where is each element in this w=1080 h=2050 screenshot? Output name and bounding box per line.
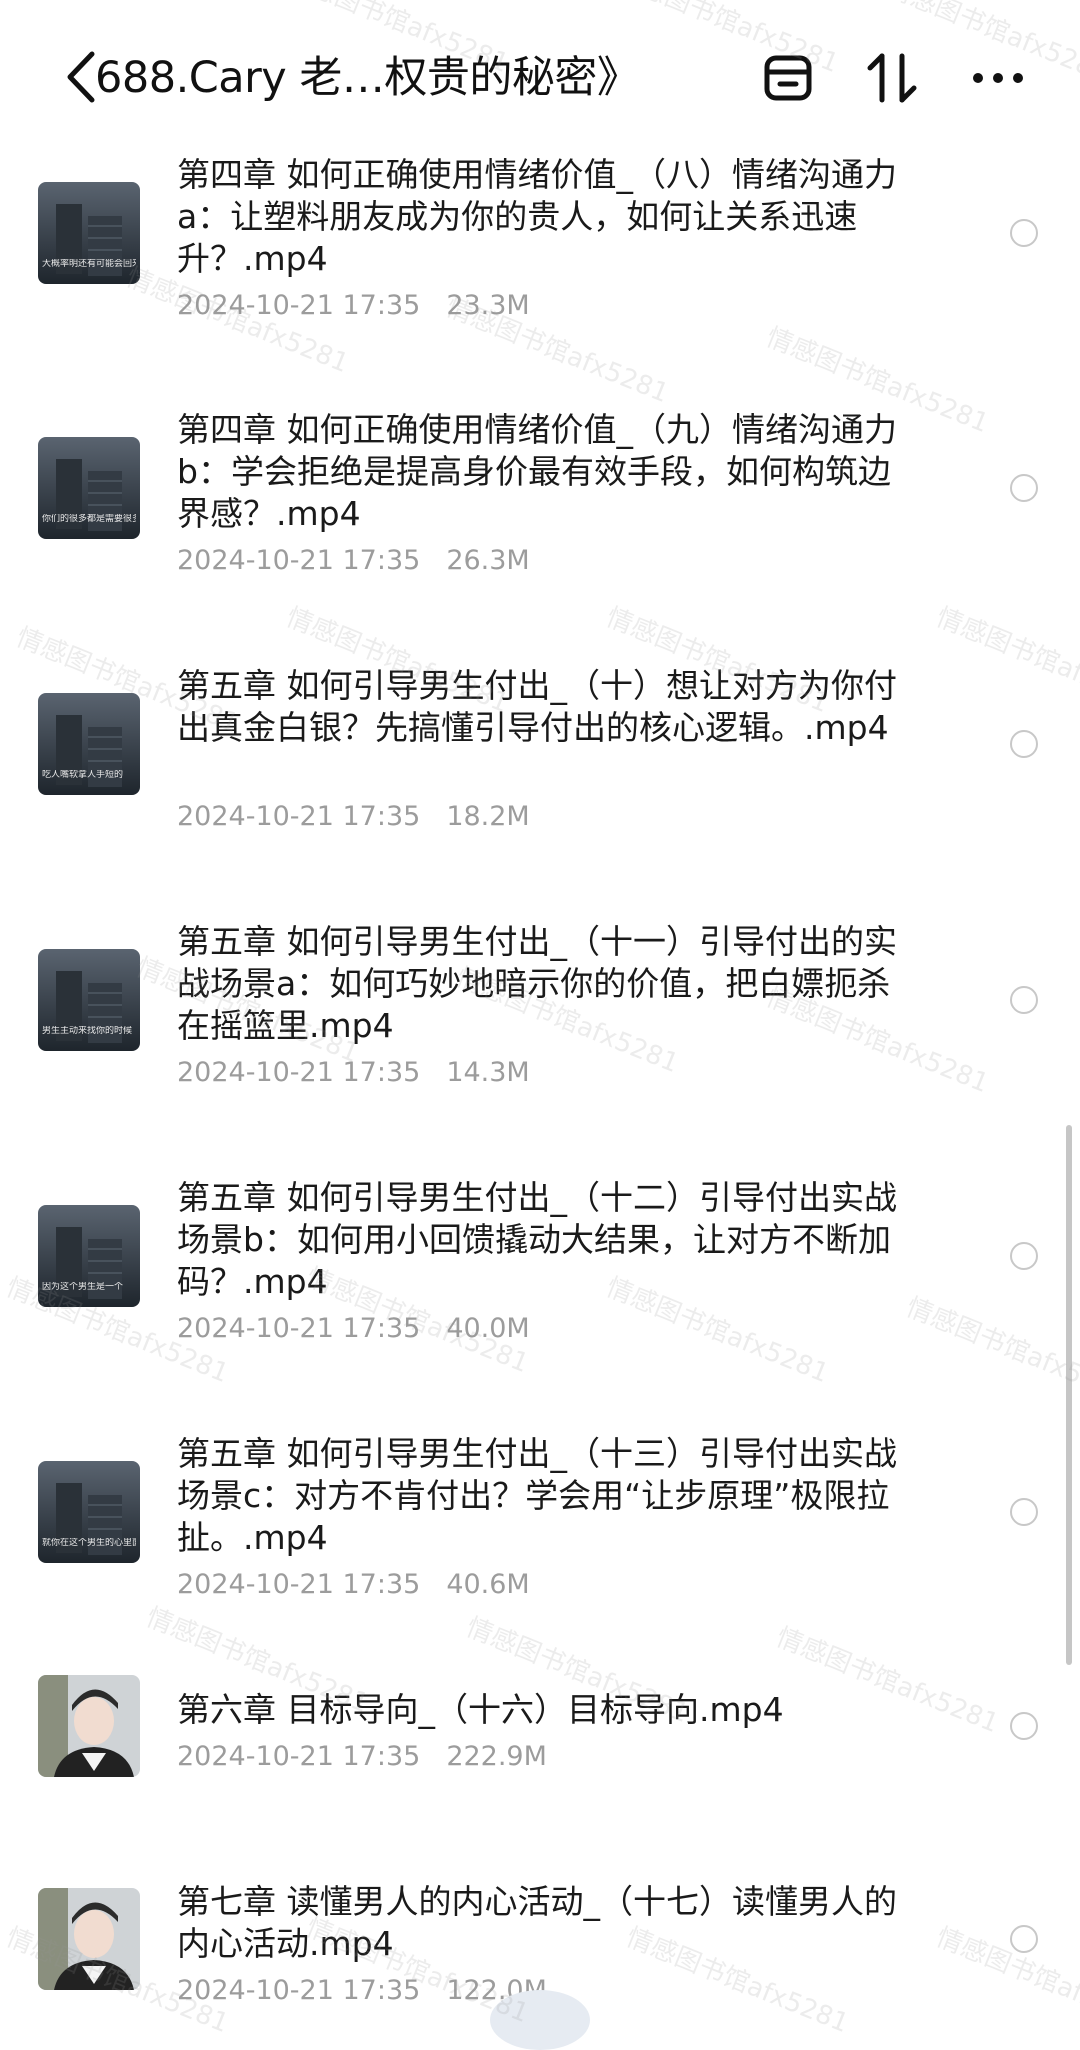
file-date: 2024-10-21 17:35	[177, 1975, 421, 2006]
select-radio[interactable]	[1010, 474, 1038, 502]
select-radio[interactable]	[1010, 986, 1038, 1014]
scrollbar[interactable]	[1066, 1125, 1072, 1665]
file-name: 第五章 如何引导男生付出_（十三）引导付出实战场景c：对方不肯付出？学会用“让步…	[177, 1434, 897, 1557]
file-date: 2024-10-21 17:35	[177, 545, 421, 576]
file-name: 第五章 如何引导男生付出_（十二）引导付出实战场景b：如何用小回馈撬动大结果，让…	[177, 1178, 897, 1301]
file-size: 40.0M	[446, 1313, 530, 1344]
file-date: 2024-10-21 17:35	[177, 1313, 421, 1344]
select-radio[interactable]	[1010, 1925, 1038, 1953]
file-date: 2024-10-21 17:35	[177, 290, 421, 321]
thumbnail-caption: 男生主动来找你的时候	[42, 1026, 133, 1036]
file-row[interactable]: 吃人嘴软拿人手短的 第五章 如何引导男生付出_（十）想让对方为你付出真金白银？先搞…	[0, 661, 1080, 861]
file-name: 第四章 如何正确使用情绪价值_（九）情绪沟通力b：学会拒绝是提高身价最有效手段，…	[177, 410, 897, 533]
file-meta: 2024-10-21 17:35 26.3M	[177, 543, 530, 579]
thumbnail-caption: 大概率明还有可能会回来哦	[42, 259, 136, 269]
top-bar: 688.Cary 老…权贵的秘密》	[0, 0, 1080, 150]
select-radio[interactable]	[1010, 1242, 1038, 1270]
file-meta: 2024-10-21 17:35 122.0M	[177, 1973, 547, 2009]
file-meta: 2024-10-21 17:35 40.6M	[177, 1567, 530, 1603]
video-thumbnail: 大概率明还有可能会回来哦	[38, 182, 140, 284]
file-name: 第六章 目标导向_（十六）目标导向.mp4	[177, 1690, 784, 1729]
video-thumbnail: 就你在这个男生的心里面	[38, 1461, 140, 1563]
select-radio[interactable]	[1010, 1498, 1038, 1526]
file-name: 第五章 如何引导男生付出_（十一）引导付出的实战场景a：如何巧妙地暗示你的价值，…	[177, 922, 897, 1045]
page-title: 688.Cary 老…权贵的秘密》	[95, 53, 640, 103]
thumbnail-caption: 因为这个男生是一个	[42, 1282, 124, 1292]
thumbnail-caption: 吃人嘴软拿人手短的	[42, 770, 124, 780]
thumbnail-caption: 你们的很多都是需要很多	[42, 514, 136, 524]
video-thumbnail	[38, 1888, 140, 1990]
video-thumbnail: 因为这个男生是一个	[38, 1205, 140, 1307]
file-name: 第五章 如何引导男生付出_（十）想让对方为你付出真金白银？先搞懂引导付出的核心逻…	[177, 666, 897, 747]
file-name: 第七章 读懂男人的内心活动_（十七）读懂男人的内心活动.mp4	[177, 1882, 897, 1963]
file-meta: 2024-10-21 17:35 222.9M	[177, 1739, 547, 1775]
sort-icon[interactable]	[862, 48, 922, 108]
floating-button[interactable]	[490, 1990, 590, 2050]
file-row[interactable]: 男生主动来找你的时候 第五章 如何引导男生付出_（十一）引导付出的实战场景a：如何…	[0, 917, 1080, 1117]
file-meta: 2024-10-21 17:35 40.0M	[177, 1311, 530, 1347]
select-radio[interactable]	[1010, 219, 1038, 247]
file-row[interactable]: 大概率明还有可能会回来哦 第四章 如何正确使用情绪价值_（八）情绪沟通力a：让塑料…	[0, 150, 1080, 350]
file-date: 2024-10-21 17:35	[177, 1741, 421, 1772]
video-thumbnail: 吃人嘴软拿人手短的	[38, 693, 140, 795]
select-radio[interactable]	[1010, 730, 1038, 758]
file-date: 2024-10-21 17:35	[177, 1569, 421, 1600]
more-icon[interactable]	[968, 48, 1028, 108]
file-size: 40.6M	[446, 1569, 530, 1600]
file-row[interactable]: 因为这个男生是一个 第五章 如何引导男生付出_（十二）引导付出实战场景b：如何用小…	[0, 1173, 1080, 1373]
file-size: 26.3M	[446, 545, 530, 576]
file-date: 2024-10-21 17:35	[177, 801, 421, 832]
file-date: 2024-10-21 17:35	[177, 1057, 421, 1088]
window-icon[interactable]	[758, 48, 818, 108]
thumbnail-caption: 就你在这个男生的心里面	[42, 1538, 136, 1548]
file-size: 222.9M	[446, 1741, 547, 1772]
file-row[interactable]: 你们的很多都是需要很多 第四章 如何正确使用情绪价值_（九）情绪沟通力b：学会拒绝…	[0, 405, 1080, 605]
file-meta: 2024-10-21 17:35 23.3M	[177, 288, 530, 324]
file-meta: 2024-10-21 17:35 18.2M	[177, 799, 530, 835]
file-size: 18.2M	[446, 801, 530, 832]
file-meta: 2024-10-21 17:35 14.3M	[177, 1055, 530, 1091]
file-size: 23.3M	[446, 290, 530, 321]
video-thumbnail	[38, 1675, 140, 1777]
file-row[interactable]: 就你在这个男生的心里面 第五章 如何引导男生付出_（十三）引导付出实战场景c：对方…	[0, 1429, 1080, 1629]
video-thumbnail: 你们的很多都是需要很多	[38, 437, 140, 539]
select-radio[interactable]	[1010, 1712, 1038, 1740]
file-size: 14.3M	[446, 1057, 530, 1088]
file-row[interactable]: 第六章 目标导向_（十六）目标导向.mp4 2024-10-21 17:35 222…	[0, 1675, 1080, 1801]
video-thumbnail: 男生主动来找你的时候	[38, 949, 140, 1051]
file-name: 第四章 如何正确使用情绪价值_（八）情绪沟通力a：让塑料朋友成为你的贵人，如何让…	[177, 155, 897, 278]
